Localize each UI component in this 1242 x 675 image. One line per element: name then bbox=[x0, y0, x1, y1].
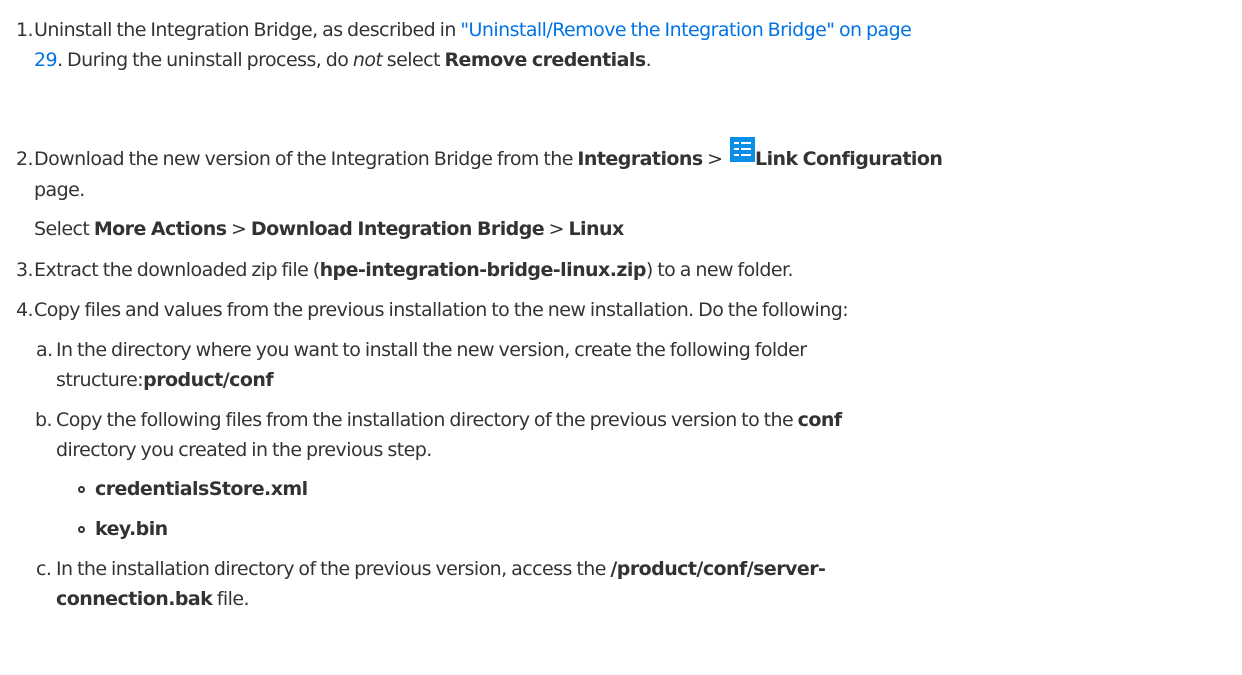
substep-a-text-2: structure: bbox=[56, 369, 144, 391]
download-integration-bridge-label: Download Integration Bridge bbox=[250, 218, 545, 240]
uninstall-bridge-link[interactable]: "Uninstall/Remove the Integration Bridge… bbox=[460, 19, 912, 41]
step-3-line: 3. Extract the downloaded zip file (hpe-… bbox=[16, 256, 794, 284]
bullet-icon bbox=[78, 486, 85, 493]
bullet-icon bbox=[78, 526, 85, 533]
step-4-text: Copy files and values from the previous … bbox=[34, 299, 849, 321]
step-3-text: Extract the downloaded zip file ( bbox=[34, 259, 320, 281]
substep-c-line-1: c. In the installation directory of the … bbox=[36, 555, 826, 583]
step-1-line-2: 29. During the uninstall process, do not… bbox=[34, 46, 652, 74]
step-2-text: Download the new version of the Integrat… bbox=[34, 148, 578, 170]
server-connection-filename: connection.bak bbox=[56, 588, 213, 610]
step-2-separator: > bbox=[702, 148, 728, 170]
substep-b-letter: b. bbox=[35, 409, 53, 431]
substep-a-line-1: a. In the directory where you want to in… bbox=[36, 336, 807, 364]
step-1-text-2: . During the uninstall process, do bbox=[57, 49, 353, 71]
bullet-item-credentials: credentialsStore.xml bbox=[95, 475, 308, 503]
product-conf-path: product/conf bbox=[143, 369, 274, 391]
substep-c-text: In the installation directory of the pre… bbox=[56, 558, 611, 580]
zip-filename: hpe-integration-bridge-linux.zip bbox=[319, 259, 647, 281]
step-1-emphasis: not bbox=[352, 49, 383, 71]
step-1-number: 1. bbox=[16, 19, 34, 41]
substep-c-letter: c. bbox=[36, 558, 52, 580]
substep-c-text-2: file. bbox=[212, 588, 250, 610]
step-2-line-2: page. bbox=[34, 176, 85, 204]
remove-credentials-label: Remove credentials bbox=[444, 49, 646, 71]
step-2-separator-2: > bbox=[226, 218, 251, 240]
substep-a-letter: a. bbox=[36, 339, 53, 361]
linux-label: Linux bbox=[568, 218, 624, 240]
step-2-separator-3: > bbox=[544, 218, 569, 240]
integrations-label: Integrations bbox=[577, 148, 703, 170]
link-configuration-label: Link Configuration bbox=[755, 148, 943, 170]
credentials-store-filename: credentialsStore.xml bbox=[95, 478, 308, 500]
step-2-text-2: page. bbox=[34, 179, 85, 201]
step-2-select-text: Select bbox=[34, 218, 94, 240]
step-1-text-3: select bbox=[382, 49, 445, 71]
substep-a-line-2: structure:product/conf bbox=[56, 366, 274, 394]
step-2-line-1: 2. Download the new version of the Integ… bbox=[16, 137, 943, 173]
step-1-line-1: 1. Uninstall the Integration Bridge, as … bbox=[16, 16, 912, 44]
substep-a-text: In the directory where you want to insta… bbox=[56, 339, 807, 361]
document-page: 1. Uninstall the Integration Bridge, as … bbox=[0, 0, 1242, 675]
server-connection-path: /product/conf/server- bbox=[610, 558, 826, 580]
step-3-text-2: ) to a new folder. bbox=[645, 259, 794, 281]
step-1-text: Uninstall the Integration Bridge, as des… bbox=[34, 19, 461, 41]
step-2-number: 2. bbox=[16, 148, 34, 170]
substep-b-text: Copy the following files from the instal… bbox=[56, 409, 798, 431]
substep-b-line-2: directory you created in the previous st… bbox=[56, 436, 432, 464]
step-2-line-3: Select More Actions > Download Integrati… bbox=[34, 215, 624, 243]
substep-c-line-2: connection.bak file. bbox=[56, 585, 250, 613]
page-29-link[interactable]: 29 bbox=[34, 49, 58, 71]
substep-b-text-2: directory you created in the previous st… bbox=[56, 439, 432, 461]
step-1-period: . bbox=[645, 49, 652, 71]
step-3-number: 3. bbox=[16, 259, 34, 281]
conf-directory-label: conf bbox=[797, 409, 842, 431]
step-4-line: 4. Copy files and values from the previo… bbox=[16, 296, 849, 324]
more-actions-label: More Actions bbox=[93, 218, 227, 240]
bullet-item-key: key.bin bbox=[95, 515, 168, 543]
link-configuration-icon bbox=[730, 137, 756, 162]
substep-b-line-1: b. Copy the following files from the ins… bbox=[35, 406, 842, 434]
step-4-number: 4. bbox=[16, 299, 34, 321]
key-bin-filename: key.bin bbox=[95, 518, 168, 540]
